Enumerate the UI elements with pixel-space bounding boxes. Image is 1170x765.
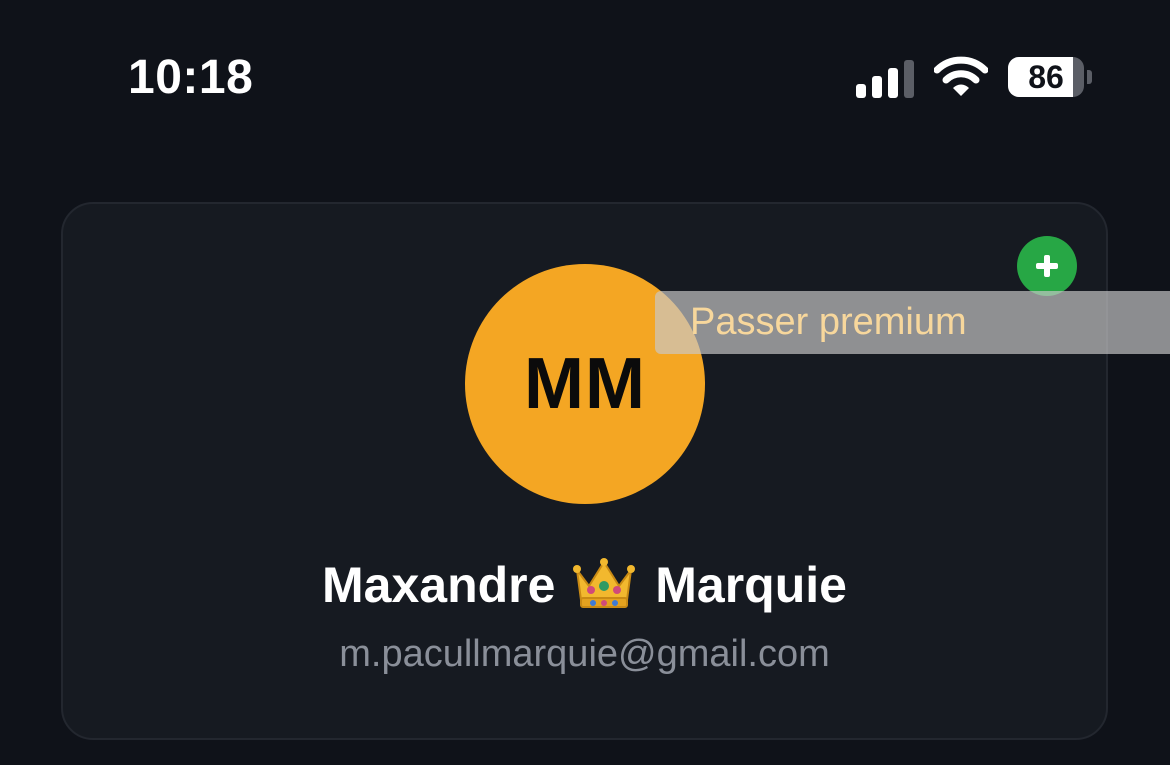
status-icons: 86 xyxy=(856,56,1096,100)
signal-icon xyxy=(856,56,916,98)
battery-level: 86 xyxy=(1028,59,1064,95)
avatar-initials: MM xyxy=(524,344,646,424)
last-name: Marquie xyxy=(655,557,847,613)
crown-icon xyxy=(573,556,636,610)
battery-body: 86 xyxy=(1008,57,1084,97)
first-name: Maxandre xyxy=(322,557,556,613)
battery-tip xyxy=(1087,70,1092,84)
wifi-icon xyxy=(933,56,989,98)
add-button[interactable] xyxy=(1017,236,1077,296)
user-email: m.pacullmarquie@gmail.com xyxy=(339,633,830,675)
premium-tooltip[interactable]: Passer premium xyxy=(655,291,1170,354)
user-name: Maxandre Marquie xyxy=(61,556,1108,614)
battery-icon: 86 xyxy=(1008,56,1092,98)
status-time: 10:18 xyxy=(128,51,254,104)
plus-icon xyxy=(1036,255,1058,277)
profile-screen: 10:18 86 MM Passer premium Maxandre Marq… xyxy=(0,0,1170,765)
premium-label: Passer premium xyxy=(690,301,967,343)
